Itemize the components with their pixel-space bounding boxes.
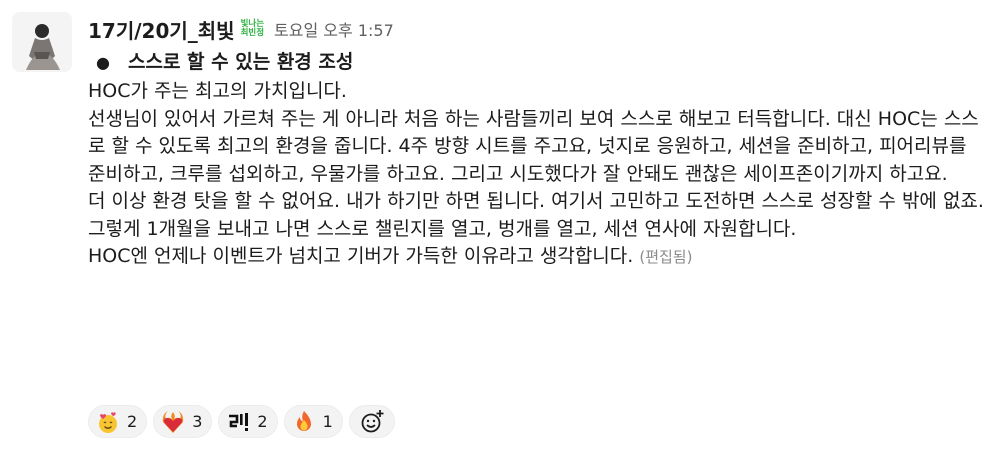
add-emoji-icon — [361, 409, 384, 432]
user-photo-icon — [12, 12, 72, 72]
bullet-item: ● 스스로 할 수 있는 환경 조성 — [88, 48, 988, 78]
status-badge: 빛나는 최빈정 — [241, 20, 264, 38]
reactions-bar: 2 3 2 1 — [88, 405, 395, 438]
reaction-heart-on-fire[interactable]: 3 — [153, 405, 213, 438]
message-paragraph-5: HOC엔 언제나 이벤트가 넘치고 기버가 가득한 이유라고 생각합니다. (편… — [88, 243, 988, 272]
message-body: ● 스스로 할 수 있는 환경 조성 HOC가 주는 최고의 가치입니다. 선생… — [88, 48, 988, 272]
reaction-fire[interactable]: 1 — [283, 405, 343, 438]
custom-ri-exclamation-icon — [225, 409, 251, 435]
reaction-count: 3 — [192, 412, 203, 431]
reaction-count: 1 — [322, 412, 333, 431]
reaction-count: 2 — [257, 412, 268, 431]
add-reaction-button[interactable] — [348, 405, 395, 438]
message-paragraph-4: 그렇게 1개월을 보내고 나면 스스로 챌린지를 열고, 벙개를 열고, 세션 … — [88, 217, 797, 240]
edited-label: (편집됨) — [639, 248, 693, 266]
reaction-count: 2 — [127, 412, 138, 431]
smiling-face-with-hearts-icon — [95, 409, 121, 435]
message-timestamp[interactable]: 토요일 오후 1:57 — [274, 17, 394, 41]
avatar[interactable] — [12, 12, 72, 72]
author-name[interactable]: 17기/20기_최빛 — [88, 15, 235, 44]
message-header: 17기/20기_최빛 빛나는 최빈정 토요일 오후 1:57 — [88, 12, 394, 46]
reaction-smiling-hearts[interactable]: 2 — [88, 405, 148, 438]
fire-icon — [291, 409, 317, 435]
heart-on-fire-icon — [160, 409, 186, 435]
message-paragraph-2: 선생님이 있어서 가르쳐 주는 게 아니라 처음 하는 사람들끼리 보여 스스로… — [88, 107, 979, 185]
bullet-icon: ● — [96, 53, 110, 73]
badge-line-2: 최빈정 — [240, 28, 265, 38]
reaction-custom-ri[interactable]: 2 — [218, 405, 278, 438]
message-paragraph-1: HOC가 주는 최고의 가치입니다. — [88, 80, 347, 102]
bullet-text: 스스로 할 수 있는 환경 조성 — [128, 51, 354, 74]
message-last-text: HOC엔 언제나 이벤트가 넘치고 기버가 가득한 이유라고 생각합니다. — [88, 245, 634, 267]
message-paragraph-3: 더 이상 환경 탓을 할 수 없어요. 내가 하기만 하면 됩니다. 여기서 고… — [88, 190, 984, 212]
